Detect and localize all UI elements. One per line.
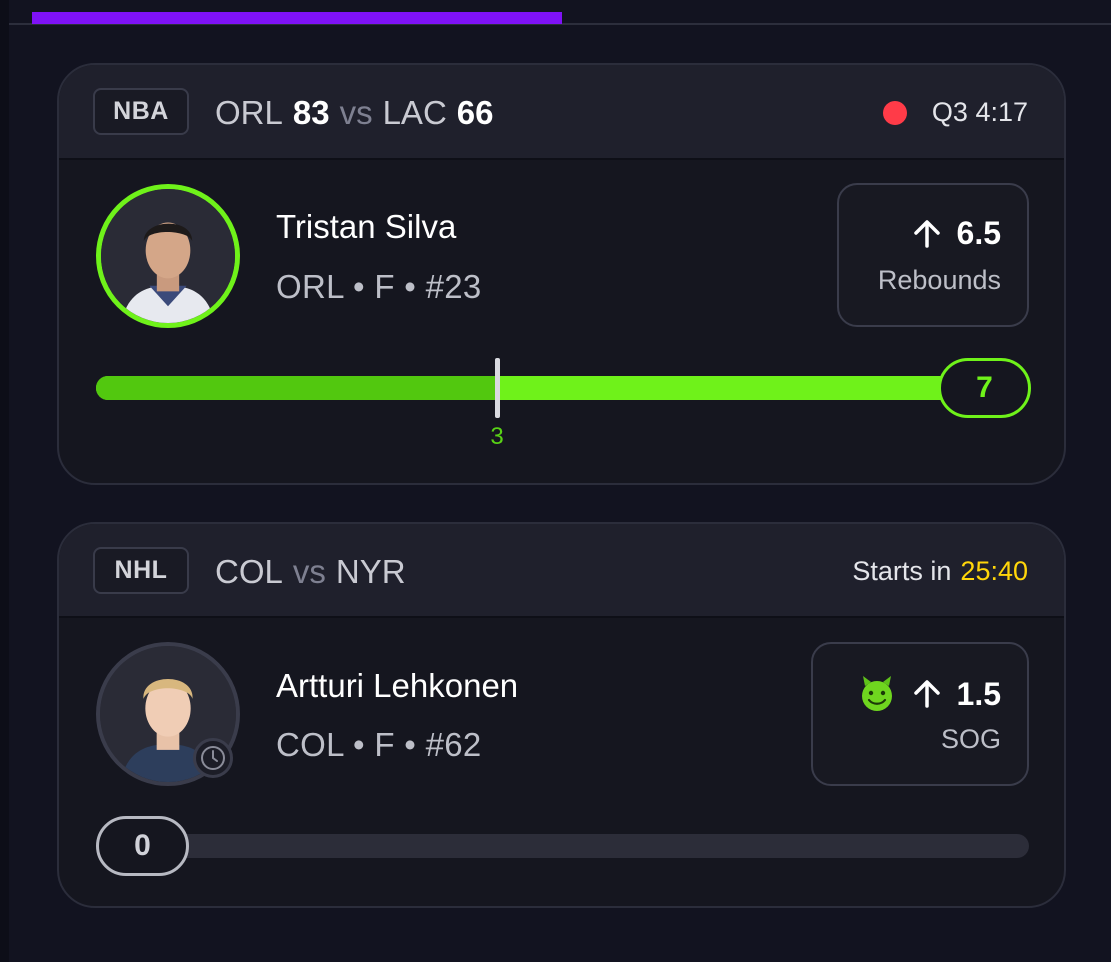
matchup: ORL 83 vs LAC 66 [215,65,494,160]
player-name: Artturi Lehkonen [276,667,519,704]
starts-in-label: Starts in [852,556,952,586]
away-team: LAC [382,93,447,131]
left-edge [0,0,9,962]
clock-icon [193,738,233,778]
game-status: Q3 4:17 [882,65,1028,160]
home-team: ORL [215,93,283,131]
vs-label: vs [339,93,373,131]
countdown-timer: 25:40 [960,556,1028,586]
live-dot-icon [882,100,907,125]
pick-card[interactable]: NBA ORL 83 vs LAC 66 Q3 4:17 Tristan Sil… [57,63,1066,485]
prop-line-box[interactable]: 1.5 SOG [811,642,1029,786]
stat-type: SOG [940,724,1001,754]
away-score: 66 [456,93,494,131]
player-photo [101,189,235,323]
line-row: 6.5 [911,215,1001,252]
progress-marker-label: 3 [490,423,504,450]
home-score: 83 [292,93,330,131]
arrow-up-icon [911,678,943,710]
progress-track [96,376,1029,400]
player-name: Tristan Silva [276,208,457,245]
game-clock: Q3 4:17 [931,97,1028,127]
current-stat-pill: 0 [96,816,189,876]
progress-fill-before-marker [96,376,497,400]
game-status: Starts in 25:40 [852,524,1028,619]
game-header: NBA ORL 83 vs LAC 66 Q3 4:17 [59,65,1064,160]
away-team: NYR [335,552,406,590]
league-badge: NHL [93,547,189,594]
player-avatar [96,184,240,328]
pick-card[interactable]: NHL COL vs NYR Starts in 25:40 Artturi L… [57,522,1066,908]
league-badge: NBA [93,88,189,135]
player-meta: ORL • F • #23 [276,268,482,305]
line-value: 6.5 [956,215,1001,251]
vs-label: vs [292,552,326,590]
game-header: NHL COL vs NYR Starts in 25:40 [59,524,1064,618]
current-stat-pill: 7 [938,358,1031,418]
devil-emoji-icon [857,674,897,714]
matchup: COL vs NYR [215,524,406,619]
stat-type: Rebounds [877,265,1001,295]
progress-marker [495,358,500,418]
prop-line-box[interactable]: 6.5 Rebounds [837,183,1029,327]
player-meta: COL • F • #62 [276,726,482,763]
home-team: COL [215,552,283,590]
arrow-up-icon [911,218,943,250]
active-tab-indicator [32,12,562,24]
line-row: 1.5 [857,674,1001,714]
line-value: 1.5 [956,675,1001,712]
progress-track [96,834,1029,858]
